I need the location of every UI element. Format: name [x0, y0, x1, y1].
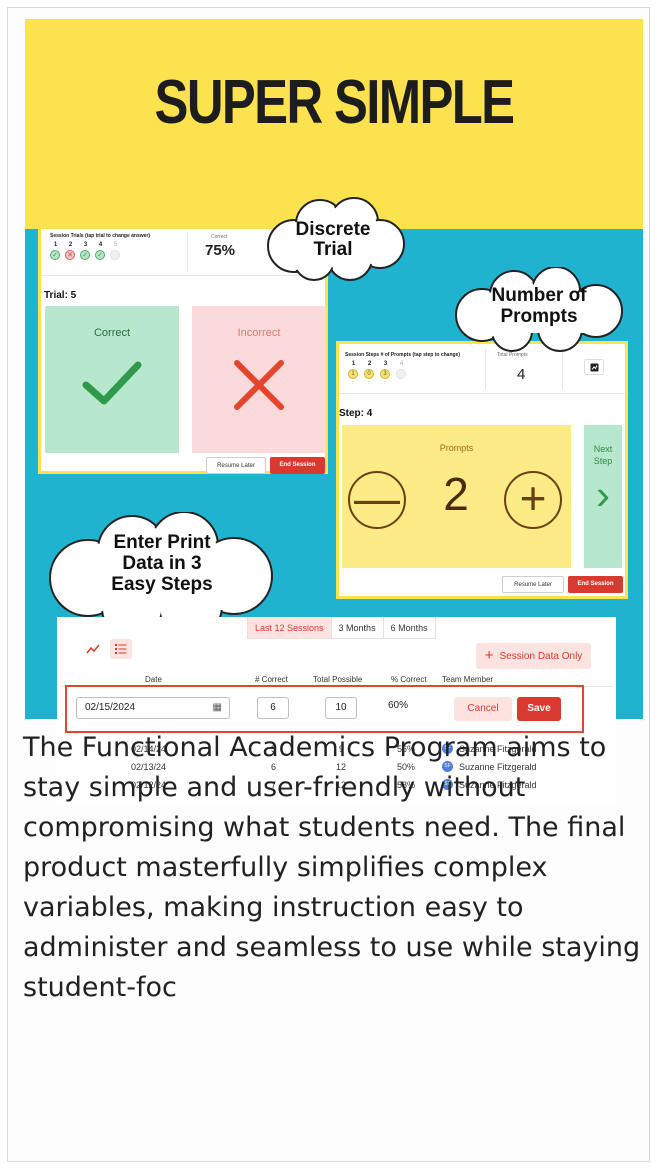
cross-icon	[234, 360, 284, 410]
save-button[interactable]: Save	[517, 697, 561, 721]
trial-chip[interactable]: 5	[110, 242, 121, 260]
check-icon: ✓	[95, 250, 105, 260]
check-icon: ✓	[50, 250, 60, 260]
number-of-prompts-callout-line: Number of	[491, 285, 587, 306]
chart-icon	[590, 363, 598, 372]
hero-title: SUPER SIMPLE	[154, 68, 516, 137]
incorrect-button[interactable]: Incorrect	[192, 306, 326, 453]
line-chart-view-button[interactable]	[86, 643, 100, 657]
tab-3-months[interactable]: 3 Months	[331, 617, 384, 638]
tab-6-months[interactable]: 6 Months	[383, 617, 435, 638]
minus-button[interactable]: —	[348, 471, 406, 529]
date-field[interactable]: 02/15/2024 ▦	[76, 697, 230, 719]
trial-chip[interactable]: 4 ✓	[95, 242, 106, 260]
session-steps-label: Session Steps # of Prompts (tap step to …	[345, 352, 461, 358]
plus-icon: +	[484, 647, 494, 664]
correct-label: Correct	[211, 234, 228, 240]
column-header-date: Date	[145, 675, 162, 684]
discrete-trial-callout: Discrete Trial	[258, 196, 408, 282]
correct-button-label: Correct	[93, 327, 131, 339]
column-header-total-possible: Total Possible	[313, 675, 363, 684]
trial-chip[interactable]: 1 ✓	[50, 242, 61, 260]
new-entry-row: 02/15/2024 ▦ 6 10 60% Cancel Save	[65, 685, 584, 733]
line-chart-icon	[86, 644, 100, 654]
description-text: The Functional Academics Program aims to…	[23, 732, 641, 1003]
next-step-button[interactable]: Next Step ›	[584, 425, 622, 568]
prompts-label: Prompts	[439, 443, 474, 453]
correct-percentage: 75%	[205, 242, 236, 259]
column-header-correct: # Correct	[255, 675, 288, 684]
discrete-trial-callout-line: Trial	[313, 239, 353, 260]
trial-list: 1 ✓ 2 ✕ 3 ✓ 4 ✓ 5	[50, 242, 121, 260]
step-chip[interactable]: 4	[396, 361, 407, 379]
column-header-team-member: Team Member	[442, 675, 494, 684]
step-chip[interactable]: 20	[364, 361, 375, 379]
prompts-panel: Session Steps # of Prompts (tap step to …	[336, 341, 628, 599]
trial-chip[interactable]: 3 ✓	[80, 242, 91, 260]
correct-button[interactable]: Correct	[45, 306, 179, 453]
plus-button[interactable]: +	[504, 471, 562, 529]
cancel-button[interactable]: Cancel	[454, 697, 512, 721]
discrete-trial-callout-line: Discrete	[295, 219, 371, 240]
resume-later-button[interactable]: Resume Later	[502, 576, 564, 593]
trial-chip[interactable]: 2 ✕	[65, 242, 76, 260]
enter-print-callout-line: Data in 3	[122, 553, 202, 574]
empty-dot-icon	[396, 369, 406, 379]
total-prompts-value: 4	[517, 366, 526, 383]
end-session-button[interactable]: End Session	[568, 576, 623, 593]
list-view-button[interactable]	[110, 639, 132, 659]
chart-button[interactable]	[584, 359, 604, 375]
prompt-count: 2	[443, 468, 469, 520]
check-icon: ✓	[80, 250, 90, 260]
step-title: Step: 4	[339, 408, 373, 419]
prompts-card: Prompts — 2 +	[342, 425, 571, 568]
empty-dot-icon	[110, 250, 120, 260]
step-list: 11 20 33 4	[348, 361, 407, 379]
enter-print-callout-line: Enter Print	[113, 532, 211, 553]
trial-title: Trial: 5	[44, 290, 77, 301]
session-trials-label: Session Trials (tap trial to change answ…	[50, 233, 151, 239]
column-header-percent-correct: % Correct	[391, 675, 427, 684]
tab-last-12-sessions[interactable]: Last 12 Sessions	[248, 617, 332, 638]
end-session-button[interactable]: End Session	[270, 457, 325, 474]
chevron-right-icon: ›	[596, 471, 610, 518]
calendar-icon[interactable]: ▦	[213, 698, 222, 718]
resume-later-button[interactable]: Resume Later	[206, 457, 266, 474]
number-of-prompts-callout: Number of Prompts	[448, 267, 630, 353]
list-icon	[115, 644, 127, 654]
next-step-label: Next Step	[593, 444, 613, 466]
percent-correct-value: 60%	[388, 700, 409, 711]
incorrect-button-label: Incorrect	[237, 327, 281, 339]
enter-print-callout-line: Easy Steps	[111, 574, 213, 595]
number-of-prompts-callout-line: Prompts	[500, 306, 578, 327]
range-tabs: Last 12 Sessions 3 Months 6 Months	[247, 617, 436, 639]
step-chip[interactable]: 33	[380, 361, 391, 379]
step-chip[interactable]: 11	[348, 361, 359, 379]
session-data-only-button[interactable]: + Session Data Only	[476, 643, 591, 669]
x-icon: ✕	[65, 250, 75, 260]
total-possible-field[interactable]: 10	[325, 697, 357, 719]
correct-count-field[interactable]: 6	[257, 697, 289, 719]
checkmark-icon	[82, 361, 142, 405]
